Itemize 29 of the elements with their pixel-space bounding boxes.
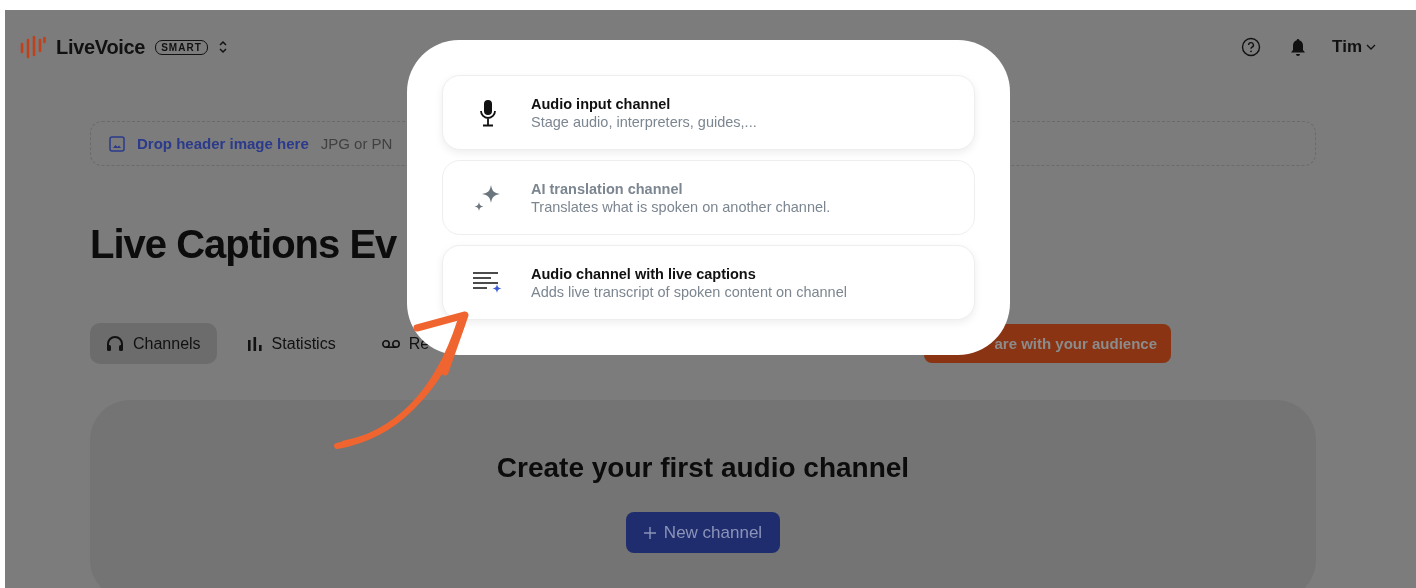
option-description: Translates what is spoken on another channel. <box>531 198 831 215</box>
tab[interactable]: Statistics <box>230 323 352 364</box>
logo-icon <box>20 35 46 59</box>
dropzone-link[interactable]: Drop header image here <box>137 135 309 152</box>
image-icon <box>109 135 125 152</box>
recording-icon <box>381 338 400 349</box>
headphones-icon <box>106 335 124 352</box>
plus-icon <box>643 526 656 539</box>
event-title: Live Captions Ev <box>90 221 398 268</box>
option-description: Stage audio, interpreters, guides,... <box>531 113 757 130</box>
option-title: Audio channel with live captions <box>531 265 757 282</box>
user-menu[interactable]: Tim <box>1332 37 1376 57</box>
switch-icon[interactable] <box>217 39 228 55</box>
option-title: AI translation channel <box>531 180 684 197</box>
tab[interactable]: Channels <box>90 323 217 364</box>
new-channel-button[interactable]: New channel <box>625 512 781 553</box>
option-title: Audio input channel <box>531 95 672 112</box>
microphone-icon <box>479 98 497 127</box>
chevron-down-icon <box>1366 43 1376 51</box>
help-icon[interactable] <box>1241 37 1262 57</box>
brand-name: LiveVoice <box>56 35 146 59</box>
plan-badge: SMART <box>155 39 208 55</box>
empty-state-heading: Create your first audio channel <box>496 452 910 484</box>
menu-option[interactable]: Audio channel with live captions Adds live transcript of spoken content on channel <box>442 245 975 320</box>
dropzone-hint: JPG or PN <box>320 135 393 152</box>
bar-chart-icon <box>246 336 263 351</box>
menu-option[interactable]: Audio input channel Stage audio, interpreters, guides,... <box>442 75 975 150</box>
notification-icon[interactable] <box>1290 37 1307 57</box>
option-description: Adds live transcript of spoken content on channel <box>531 283 847 300</box>
